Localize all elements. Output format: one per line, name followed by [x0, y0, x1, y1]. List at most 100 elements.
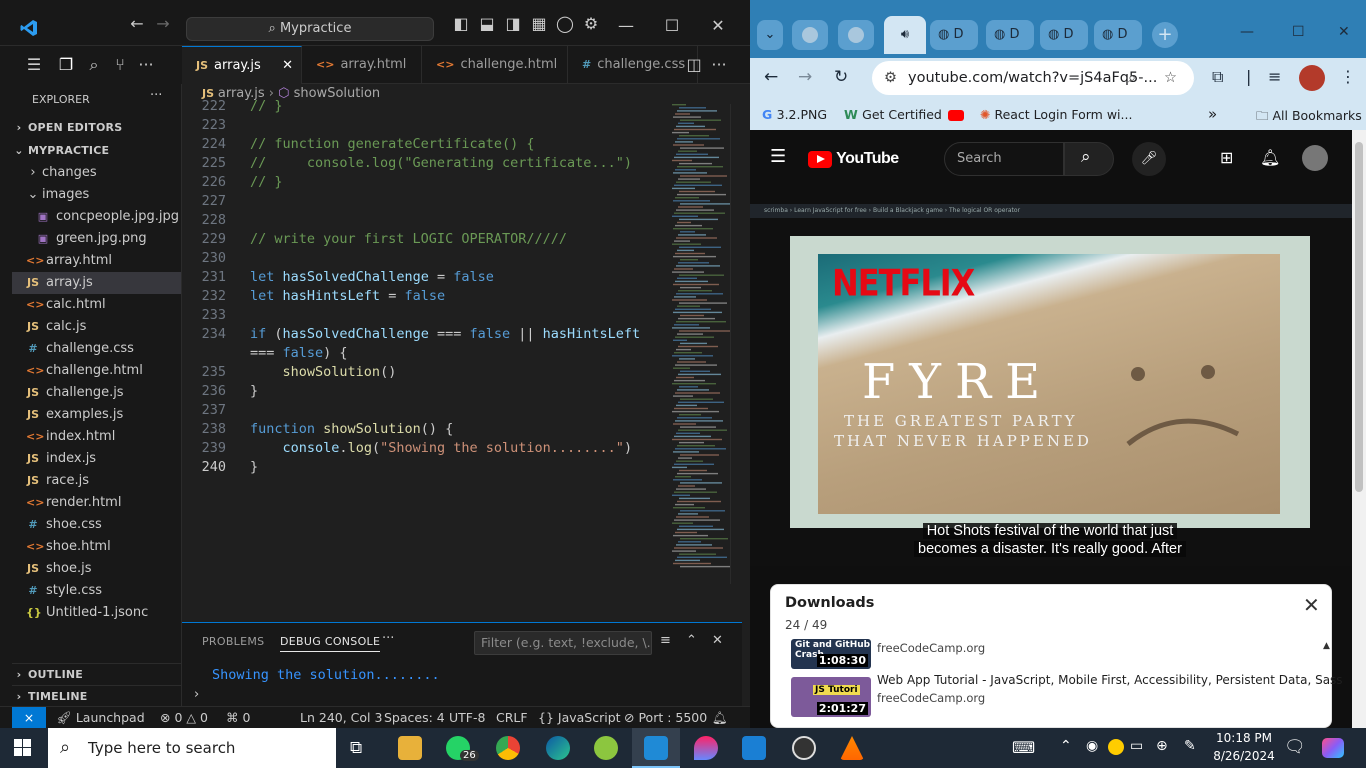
file-explorer-icon[interactable]: [398, 736, 422, 760]
file-tree-item[interactable]: <> array.html: [12, 250, 181, 272]
source-control-icon[interactable]: ⑂: [110, 55, 130, 75]
tab-debug-console[interactable]: DEBUG CONSOLE: [280, 635, 381, 652]
remote-icon[interactable]: ⨯: [12, 707, 46, 728]
console-filter-input[interactable]: Filter (e.g. text, !exclude, \...: [474, 631, 652, 655]
tab-problems[interactable]: PROBLEMS: [202, 635, 264, 648]
youtube-search-button[interactable]: ⌕: [1064, 142, 1114, 176]
file-tree-item[interactable]: <> shoe.html: [12, 536, 181, 558]
bookmark-item[interactable]: W Get Certified: [844, 107, 942, 122]
reload-icon[interactable]: ↻: [834, 67, 848, 87]
clock-time[interactable]: 10:18 PM: [1216, 731, 1272, 745]
close-window-button[interactable]: ✕: [706, 14, 730, 38]
file-tree-item[interactable]: <> calc.html: [12, 294, 181, 316]
file-tree-item[interactable]: JS examples.js: [12, 404, 181, 426]
taskbar-search-box[interactable]: ⌕ Type here to search: [48, 728, 336, 768]
youtube-bookmark-icon[interactable]: [948, 107, 964, 122]
close-downloads-icon[interactable]: ✕: [1303, 593, 1320, 617]
copilot-icon[interactable]: [1322, 738, 1344, 758]
notification-center-icon[interactable]: 🗨︎: [1284, 737, 1306, 757]
explorer-more-icon[interactable]: ···: [150, 88, 162, 103]
launchpad-item[interactable]: 🚀︎ Launchpad: [56, 710, 145, 726]
back-icon[interactable]: ←: [764, 67, 778, 87]
file-tree-item[interactable]: # style.css: [12, 580, 181, 602]
vlc-icon[interactable]: [840, 736, 864, 760]
video-player[interactable]: scrimba › Learn JavaScript for free › Bu…: [750, 204, 1352, 566]
edge-icon[interactable]: [546, 736, 570, 760]
maximize-panel-icon[interactable]: ⌃: [686, 633, 697, 648]
editor-tab[interactable]: <> array.html: [302, 46, 422, 84]
minimap[interactable]: [670, 104, 730, 584]
language-mode[interactable]: {} JavaScript: [538, 710, 621, 725]
browser-tab[interactable]: ◍ D: [1094, 20, 1142, 50]
end-of-line[interactable]: CRLF: [496, 710, 528, 725]
pen-icon[interactable]: ✎: [1184, 738, 1196, 754]
whatsapp-icon[interactable]: 26: [446, 736, 479, 761]
back-arrow-icon[interactable]: ←: [127, 14, 147, 34]
show-hidden-icons[interactable]: ⌃: [1060, 738, 1072, 754]
webcam-icon[interactable]: ◉: [1086, 738, 1098, 754]
code-editor[interactable]: 222 // } 223 224 // function generateCertifi…: [182, 98, 742, 620]
pinned-tab[interactable]: [838, 20, 874, 50]
forward-arrow-icon[interactable]: →: [153, 14, 173, 34]
microphone-icon[interactable]: 🎤︎: [1132, 142, 1166, 176]
cursor-position[interactable]: Ln 240, Col 3: [300, 710, 382, 725]
timeline-section[interactable]: › TIMELINE: [12, 685, 181, 707]
download-item[interactable]: JS Tutori 2:01:27 Web App Tutorial - Java…: [791, 673, 1343, 717]
file-tree-item[interactable]: JS challenge.js: [12, 382, 181, 404]
network-globe-icon[interactable]: ⊕: [1156, 738, 1168, 754]
explorer-icon[interactable]: ❐: [56, 55, 76, 75]
tab-search-icon[interactable]: ⌄: [757, 20, 783, 50]
editor-tab[interactable]: # challenge.css: [568, 46, 698, 84]
toggle-panel-icon[interactable]: ⬓: [477, 14, 497, 34]
cloud-app-icon[interactable]: [594, 736, 618, 760]
clock-date[interactable]: 8/26/2024: [1212, 749, 1276, 763]
bookmark-item[interactable]: ✺ React Login Form wi...: [980, 107, 1132, 122]
new-tab-button[interactable]: +: [1152, 22, 1178, 48]
more-bookmarks-icon[interactable]: »: [1208, 105, 1217, 123]
extensions-icon[interactable]: ⧉: [1212, 67, 1223, 87]
file-tree-item[interactable]: JS calc.js: [12, 316, 181, 338]
outline-section[interactable]: › OUTLINE: [12, 663, 181, 685]
pinned-tab[interactable]: [792, 20, 828, 50]
browser-menu-icon[interactable]: ⋮: [1340, 67, 1356, 86]
editor-scrollbar[interactable]: [730, 104, 742, 584]
forward-icon[interactable]: →: [798, 67, 812, 87]
indentation[interactable]: Spaces: 4: [384, 710, 445, 725]
browser-close-button[interactable]: ✕: [1338, 24, 1350, 40]
profile-avatar[interactable]: [1299, 65, 1325, 91]
paint-icon[interactable]: [694, 736, 718, 760]
all-bookmarks[interactable]: 🗀︎ All Bookmarks: [1256, 107, 1362, 128]
youtube-menu-icon[interactable]: ☰: [770, 146, 786, 167]
editor-tab[interactable]: <> challenge.html: [422, 46, 568, 84]
file-tree-item[interactable]: JS index.js: [12, 448, 181, 470]
project-section[interactable]: ⌄ MYPRACTICE: [12, 140, 181, 162]
file-tree-item[interactable]: <> index.html: [12, 426, 181, 448]
file-tree-item[interactable]: JS array.js: [12, 272, 181, 294]
media-controls-icon[interactable]: ≡: [1268, 67, 1281, 86]
bookmark-star-icon[interactable]: ☆: [1164, 61, 1177, 95]
chrome-icon[interactable]: [496, 736, 520, 760]
more-icon[interactable]: ···: [136, 55, 156, 75]
breadcrumb-symbol[interactable]: showSolution: [294, 86, 381, 101]
notifications-icon[interactable]: 🔔︎: [1260, 148, 1280, 167]
tab-more-icon[interactable]: ···: [709, 55, 729, 75]
youtube-search-input[interactable]: Search: [944, 142, 1064, 176]
file-tree-item[interactable]: <> challenge.html: [12, 360, 181, 382]
browser-tab[interactable]: ◍ D: [1040, 20, 1088, 50]
browser-maximize-button[interactable]: ☐: [1292, 24, 1305, 40]
ports-status[interactable]: ⌘ 0: [226, 710, 250, 725]
customize-layout-icon[interactable]: ▦: [529, 14, 549, 34]
toggle-primary-sidebar-icon[interactable]: ◧: [451, 14, 471, 34]
keyboard-icon[interactable]: ⌨: [1012, 738, 1035, 757]
open-editors-section[interactable]: › OPEN EDITORS: [12, 117, 181, 139]
toggle-secondary-sidebar-icon[interactable]: ◨: [503, 14, 523, 34]
encoding[interactable]: UTF-8: [449, 710, 485, 725]
maximize-button[interactable]: ☐: [660, 14, 684, 38]
bookmark-item[interactable]: G 3.2.PNG: [762, 107, 827, 122]
editor-tab[interactable]: JS array.js ✕: [182, 46, 302, 84]
scrollbar-thumb[interactable]: [1355, 142, 1363, 492]
vscode-taskbar-button[interactable]: [632, 728, 680, 768]
download-item[interactable]: Git and GitHub Crash 1:08:30 freeCodeCamp…: [791, 639, 1330, 669]
file-tree-item[interactable]: › changes: [12, 162, 181, 184]
file-tree-item[interactable]: ⌄ images: [12, 184, 181, 206]
